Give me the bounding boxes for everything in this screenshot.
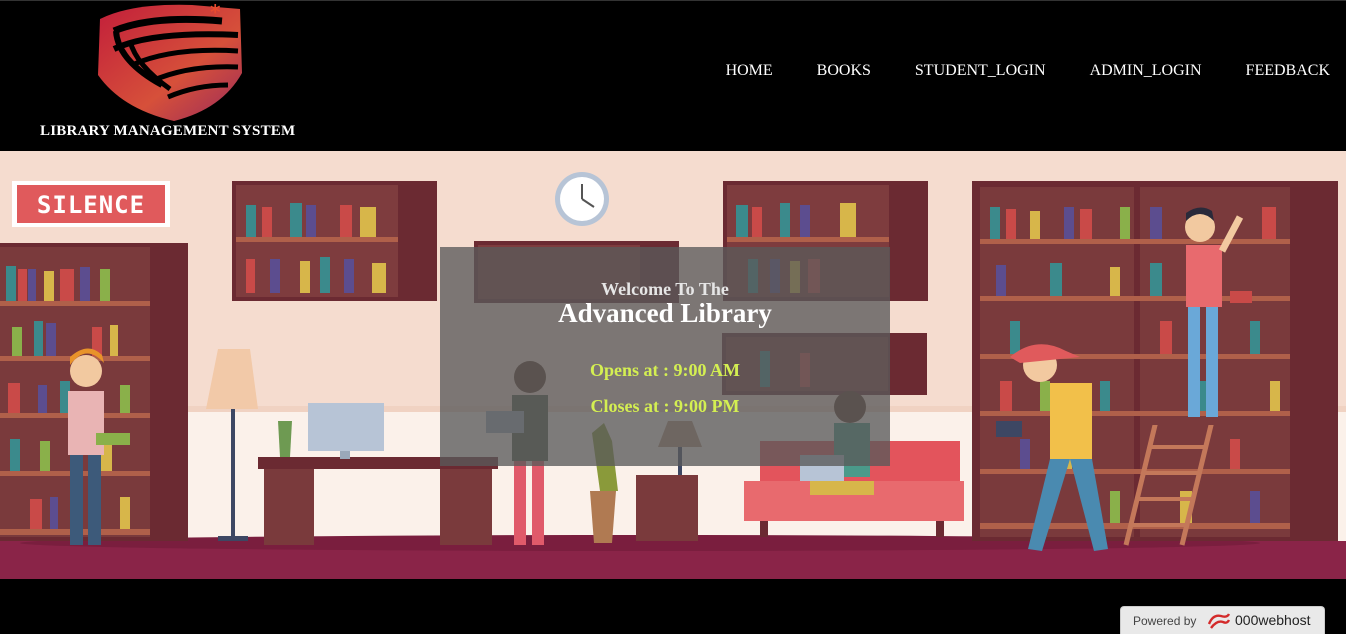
site-header: * LIBRARY MANAGEMENT SYSTEM HOME BOOKS S… (0, 0, 1346, 151)
nav-student-login[interactable]: STUDENT_LOGIN (915, 62, 1046, 80)
clock-icon (555, 172, 609, 226)
powered-by-label: Powered by (1133, 614, 1197, 628)
nav-books[interactable]: BOOKS (817, 62, 871, 80)
nav-home[interactable]: HOME (726, 62, 773, 80)
webhost-brand: 000webhost (1235, 612, 1311, 628)
webhost-logo-icon (1207, 613, 1231, 629)
nav-feedback[interactable]: FEEDBACK (1246, 62, 1330, 80)
welcome-line: Welcome To The (601, 279, 729, 299)
shield-logo-icon[interactable]: * (92, 1, 252, 123)
library-name: Advanced Library (558, 298, 772, 328)
silence-sign: SILENCE (12, 181, 170, 227)
site-title: LIBRARY MANAGEMENT SYSTEM (40, 123, 296, 139)
powered-by-badge[interactable]: Powered by 000webhost (1120, 606, 1325, 634)
welcome-overlay: Welcome To The Advanced Library Opens at… (440, 247, 890, 466)
wall-shelf (232, 181, 437, 301)
nav-admin-login[interactable]: ADMIN_LOGIN (1090, 62, 1202, 80)
hero-banner: SILENCE Welcome To The Advanced Library … (0, 151, 1346, 579)
svg-text:SILENCE: SILENCE (37, 191, 145, 219)
closing-time: Closes at : 9:00 PM (590, 396, 740, 416)
opening-time: Opens at : 9:00 AM (590, 360, 740, 380)
main-nav: HOME BOOKS STUDENT_LOGIN ADMIN_LOGIN FEE… (726, 62, 1330, 80)
svg-text:*: * (210, 1, 221, 24)
